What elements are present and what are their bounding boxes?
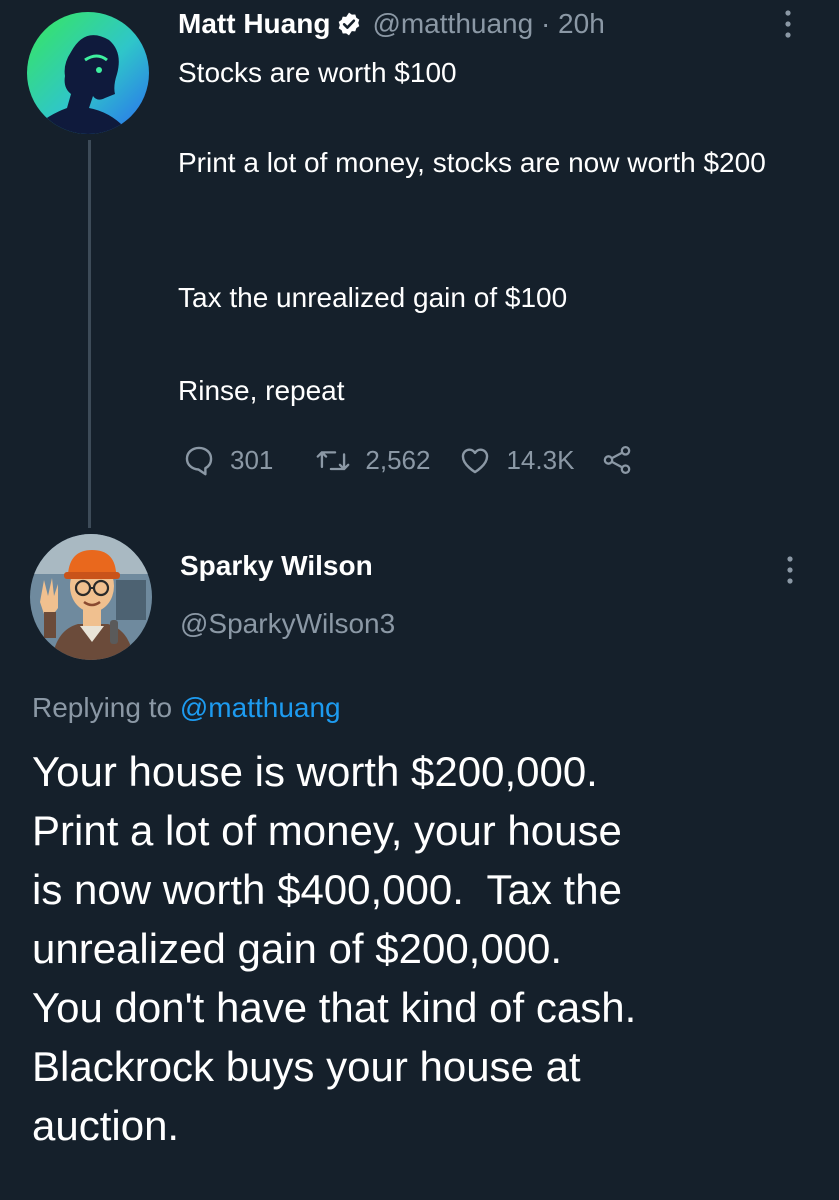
cartoon-avatar-icon [30, 534, 152, 660]
author-name[interactable]: Matt Huang [178, 8, 330, 40]
tweet-header: Matt Huang @matthuang · 20h [178, 2, 605, 46]
tweet-text-line: Tax the unrealized gain of $100 [178, 282, 568, 313]
reply-bubble-icon [185, 446, 213, 476]
reply-count: 301 [230, 444, 274, 475]
tweet-text-line: Rinse, repeat [178, 375, 345, 406]
like-count: 14.3K [506, 444, 575, 475]
matt-huang-avatar[interactable] [27, 12, 149, 134]
reply-button[interactable]: 301 [182, 443, 273, 477]
tweet-action-bar: 301 2,562 14.3K [182, 440, 634, 480]
reply-text-line: unrealized gain of $200,000. [32, 925, 563, 972]
reply-text-line: is now worth $400,000. Tax the [32, 866, 622, 913]
reply-author-handle[interactable]: @SparkyWilson3 [180, 608, 395, 640]
verified-badge-icon [339, 12, 360, 36]
replying-to-line: Replying to @matthuang [32, 692, 341, 724]
sparky-wilson-avatar[interactable] [30, 534, 152, 660]
more-vertical-icon[interactable] [778, 6, 798, 42]
reply-text-line: Print a lot of money, your house [32, 807, 622, 854]
replying-to-label: Replying to [32, 692, 173, 723]
share-icon [604, 445, 631, 475]
reply-text-line: auction. [32, 1102, 180, 1149]
heart-icon [462, 448, 489, 474]
author-handle-time[interactable]: @matthuang · 20h [372, 8, 604, 40]
share-button[interactable] [600, 443, 634, 477]
thread-connector-line [88, 140, 91, 528]
tweet-text-line: Print a lot of money, stocks are now wor… [178, 147, 766, 178]
tweet-text-line: Stocks are worth $100 [178, 57, 457, 88]
reply-text-line: Your house is worth $200,000. [32, 748, 598, 795]
retweet-count: 2,562 [365, 444, 431, 475]
avatar-illustration-icon [27, 12, 149, 134]
reply-text-line: Blackrock buys your house at [32, 1043, 581, 1090]
like-button[interactable]: 14.3K [458, 443, 574, 477]
retweet-button[interactable]: 2,562 [315, 443, 430, 477]
tweet-thread-screen: Matt Huang @matthuang · 20h Stocks are w… [0, 0, 839, 1200]
reply-author-name[interactable]: Sparky Wilson [180, 550, 373, 582]
reply-text-line: You don't have that kind of cash. [32, 984, 637, 1031]
retweet-icon [316, 451, 350, 471]
reply-text-body: Your house is worth $200,000. Print a lo… [32, 742, 822, 1155]
more-vertical-icon[interactable] [780, 552, 800, 588]
replying-to-mention-link[interactable]: @matthuang [180, 692, 341, 723]
